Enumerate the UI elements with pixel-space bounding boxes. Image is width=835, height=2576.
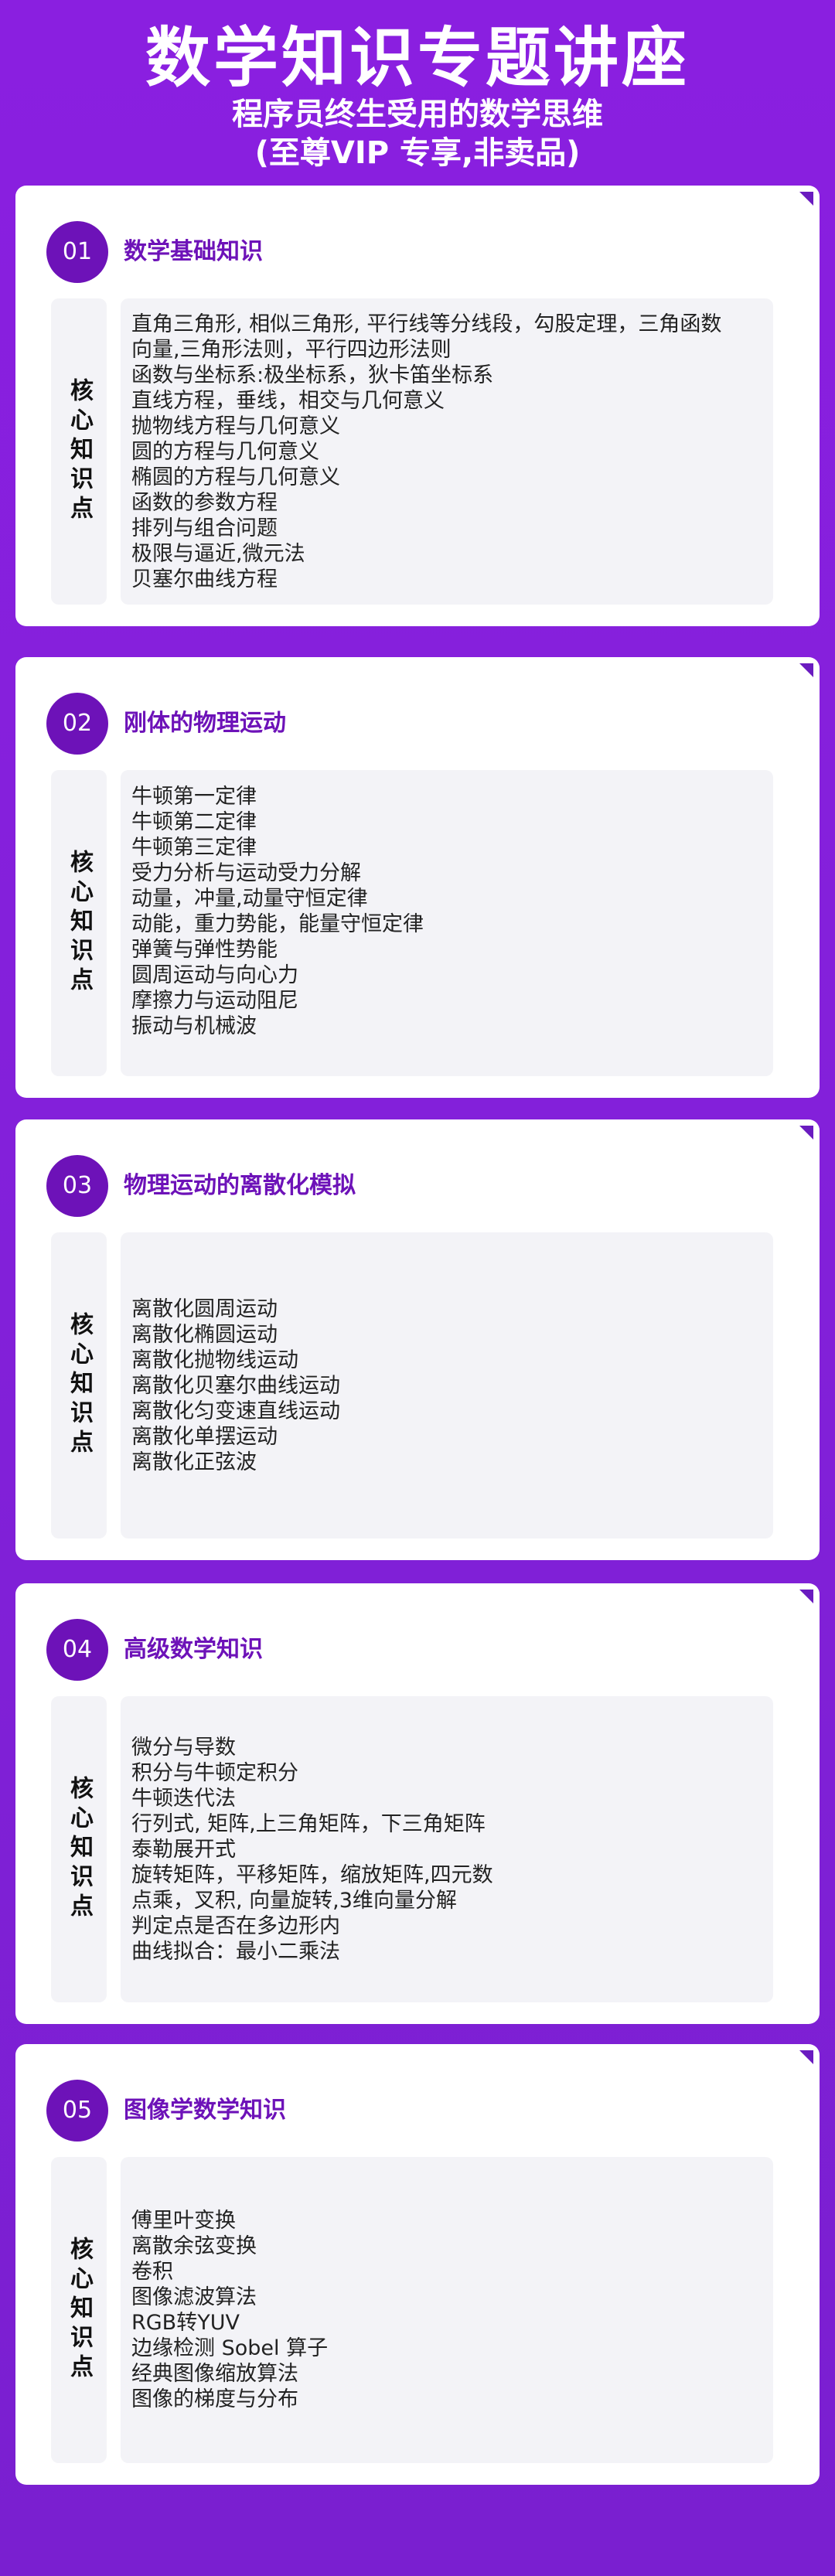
- list-item: 图像滤波算法: [131, 2285, 257, 2309]
- core-knowledge-label: 核心知识点: [51, 1696, 107, 2002]
- section-card-03: 03 物理运动的离散化模拟 核心知识点 离散化圆周运动 离散化椭圆运动 离散化抛…: [15, 1119, 820, 1560]
- core-knowledge-label: 核心知识点: [51, 770, 107, 1076]
- list-item: 动能，重力势能，能量守恒定律: [131, 912, 424, 936]
- list-item: 离散化贝塞尔曲线运动: [131, 1373, 340, 1398]
- list-item: 图像的梯度与分布: [131, 2387, 298, 2411]
- list-item: 离散化正弦波: [131, 1450, 257, 1474]
- corner-mark-icon: [799, 1590, 813, 1603]
- list-item: 离散余弦变换: [131, 2234, 257, 2258]
- list-item: 经典图像缩放算法: [131, 2362, 298, 2386]
- list-item: 椭圆的方程与几何意义: [131, 465, 340, 489]
- page-subtitle: 程序员终生受用的数学思维: [232, 97, 603, 132]
- list-item: 动量，冲量,动量守恒定律: [131, 887, 368, 911]
- section-title: 高级数学知识: [124, 1636, 263, 1663]
- knowledge-list: 离散化圆周运动 离散化椭圆运动 离散化抛物线运动 离散化贝塞尔曲线运动 离散化匀…: [121, 1232, 773, 1538]
- list-item: 圆周运动与向心力: [131, 963, 298, 987]
- list-item: 贝塞尔曲线方程: [131, 567, 278, 591]
- list-item: 抛物线方程与几何意义: [131, 414, 340, 438]
- knowledge-list: 牛顿第一定律 牛顿第二定律 牛顿第三定律 受力分析与运动受力分解 动量，冲量,动…: [121, 770, 773, 1076]
- list-item: 振动与机械波: [131, 1014, 257, 1038]
- list-item: 牛顿第三定律: [131, 836, 257, 860]
- list-item: 旋转矩阵，平移矩阵，缩放矩阵,四元数: [131, 1862, 493, 1887]
- corner-mark-icon: [799, 2050, 813, 2064]
- list-item: 傅里叶变换: [131, 2209, 236, 2233]
- list-item: 离散化抛物线运动: [131, 1348, 298, 1372]
- section-number-badge: 03: [46, 1155, 108, 1217]
- section-number-badge: 05: [46, 2080, 108, 2142]
- list-item: 牛顿迭代法: [131, 1786, 236, 1811]
- list-item: 离散化单摆运动: [131, 1424, 278, 1449]
- knowledge-list: 直角三角形, 相似三角形, 平行线等分线段，勾股定理，三角函数 向量,三角形法则…: [121, 298, 773, 605]
- section-number-badge: 02: [46, 693, 108, 755]
- list-item: 排列与组合问题: [131, 516, 278, 540]
- list-item: 牛顿第一定律: [131, 785, 257, 809]
- list-item: 向量,三角形法则，平行四边形法则: [131, 337, 452, 362]
- section-title: 图像学数学知识: [124, 2097, 286, 2124]
- list-item: 直角三角形, 相似三角形, 平行线等分线段，勾股定理，三角函数: [131, 312, 722, 336]
- section-title: 刚体的物理运动: [124, 710, 286, 737]
- list-item: 弹簧与弹性势能: [131, 938, 278, 962]
- list-item: 牛顿第二定律: [131, 810, 257, 834]
- knowledge-list: 微分与导数 积分与牛顿定积分 牛顿迭代法 行列式, 矩阵,上三角矩阵，下三角矩阵…: [121, 1696, 773, 2002]
- knowledge-list: 傅里叶变换 离散余弦变换 卷积 图像滤波算法 RGB转YUV 边缘检测 Sobe…: [121, 2157, 773, 2463]
- list-item: 直线方程，垂线，相交与几何意义: [131, 388, 445, 413]
- core-knowledge-label-text: 核心知识点: [66, 378, 93, 525]
- corner-mark-icon: [799, 192, 813, 206]
- corner-mark-icon: [799, 663, 813, 677]
- core-knowledge-label-text: 核心知识点: [66, 850, 93, 997]
- list-item: 离散化圆周运动: [131, 1297, 278, 1321]
- section-title: 数学基础知识: [124, 238, 263, 265]
- list-item: 摩擦力与运动阻尼: [131, 989, 298, 1013]
- section-number-badge: 01: [46, 221, 108, 283]
- list-item: 判定点是否在多边形内: [131, 1913, 340, 1938]
- core-knowledge-label-text: 核心知识点: [66, 1312, 93, 1459]
- core-knowledge-label: 核心知识点: [51, 298, 107, 605]
- list-item: 边缘检测 Sobel 算子: [131, 2336, 329, 2360]
- list-item: 行列式, 矩阵,上三角矩阵，下三角矩阵: [131, 1811, 486, 1836]
- section-card-01: 01 数学基础知识 核心知识点 直角三角形, 相似三角形, 平行线等分线段，勾股…: [15, 186, 820, 626]
- section-card-05: 05 图像学数学知识 核心知识点 傅里叶变换 离散余弦变换 卷积 图像滤波算法 …: [15, 2044, 820, 2485]
- list-item: 极限与逼近,微元法: [131, 541, 305, 566]
- list-item: 积分与牛顿定积分: [131, 1760, 298, 1785]
- core-knowledge-label-text: 核心知识点: [66, 1776, 93, 1923]
- section-card-04: 04 高级数学知识 核心知识点 微分与导数 积分与牛顿定积分 牛顿迭代法 行列式…: [15, 1583, 820, 2024]
- list-item: 圆的方程与几何意义: [131, 439, 319, 464]
- list-item: 函数的参数方程: [131, 490, 278, 515]
- section-title: 物理运动的离散化模拟: [124, 1172, 356, 1199]
- list-item: 函数与坐标系:极坐标系，狄卡笛坐标系: [131, 363, 494, 387]
- corner-mark-icon: [799, 1126, 813, 1140]
- list-item: 离散化匀变速直线运动: [131, 1399, 340, 1423]
- list-item: RGB转YUV: [131, 2311, 240, 2335]
- page-title: 数学知识专题讲座: [145, 20, 690, 96]
- list-item: 点乘，叉积, 向量旋转,3维向量分解: [131, 1888, 457, 1913]
- list-item: 离散化椭圆运动: [131, 1322, 278, 1347]
- core-knowledge-label-text: 核心知识点: [66, 2237, 93, 2383]
- list-item: 曲线拟合：最小二乘法: [131, 1939, 340, 1964]
- section-card-02: 02 刚体的物理运动 核心知识点 牛顿第一定律 牛顿第二定律 牛顿第三定律 受力…: [15, 657, 820, 1098]
- list-item: 微分与导数: [131, 1735, 236, 1760]
- page-subtitle-note: (至尊VIP 专享,非卖品): [254, 135, 581, 171]
- core-knowledge-label: 核心知识点: [51, 2157, 107, 2463]
- list-item: 受力分析与运动受力分解: [131, 861, 361, 885]
- list-item: 泰勒展开式: [131, 1837, 236, 1862]
- core-knowledge-label: 核心知识点: [51, 1232, 107, 1538]
- section-number-badge: 04: [46, 1619, 108, 1681]
- list-item: 卷积: [131, 2260, 173, 2284]
